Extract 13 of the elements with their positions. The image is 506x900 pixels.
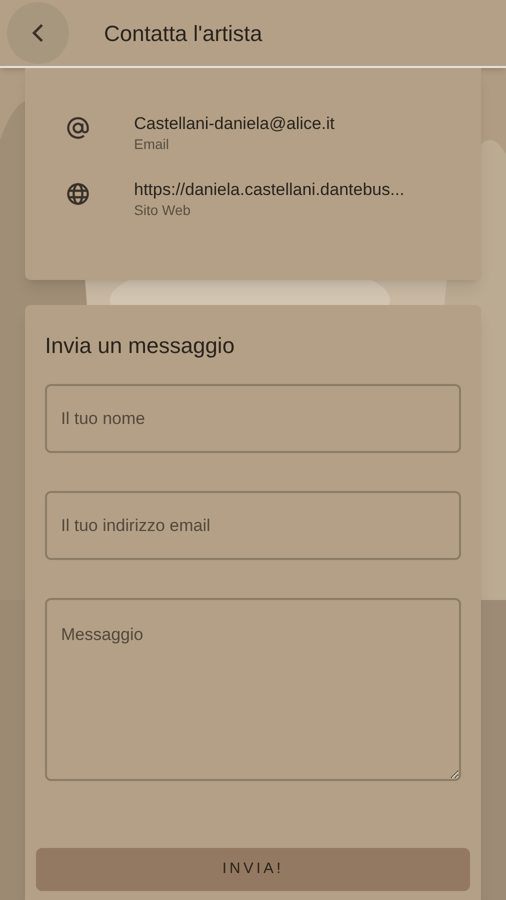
contact-label: Sito Web — [134, 201, 192, 219]
input-field[interactable]: Il tuo indirizzo email — [45, 491, 461, 560]
input-field[interactable]: Il tuo nome — [45, 384, 461, 453]
send-button[interactable]: INVIA! — [36, 848, 470, 891]
contact-label: Email — [134, 135, 170, 153]
form-title: Invia un messaggio — [45, 332, 236, 360]
globe-icon — [65, 181, 91, 207]
message-field[interactable]: Messaggio — [45, 598, 461, 781]
website-link[interactable]: https://daniela.castellani.dantebus... — [134, 179, 404, 201]
at-sign-icon — [65, 115, 91, 141]
email-address[interactable]: Castellani-daniela@alice.it — [134, 113, 335, 135]
back-icon — [31, 23, 45, 43]
page-title: Contatta l'artista — [104, 20, 262, 48]
